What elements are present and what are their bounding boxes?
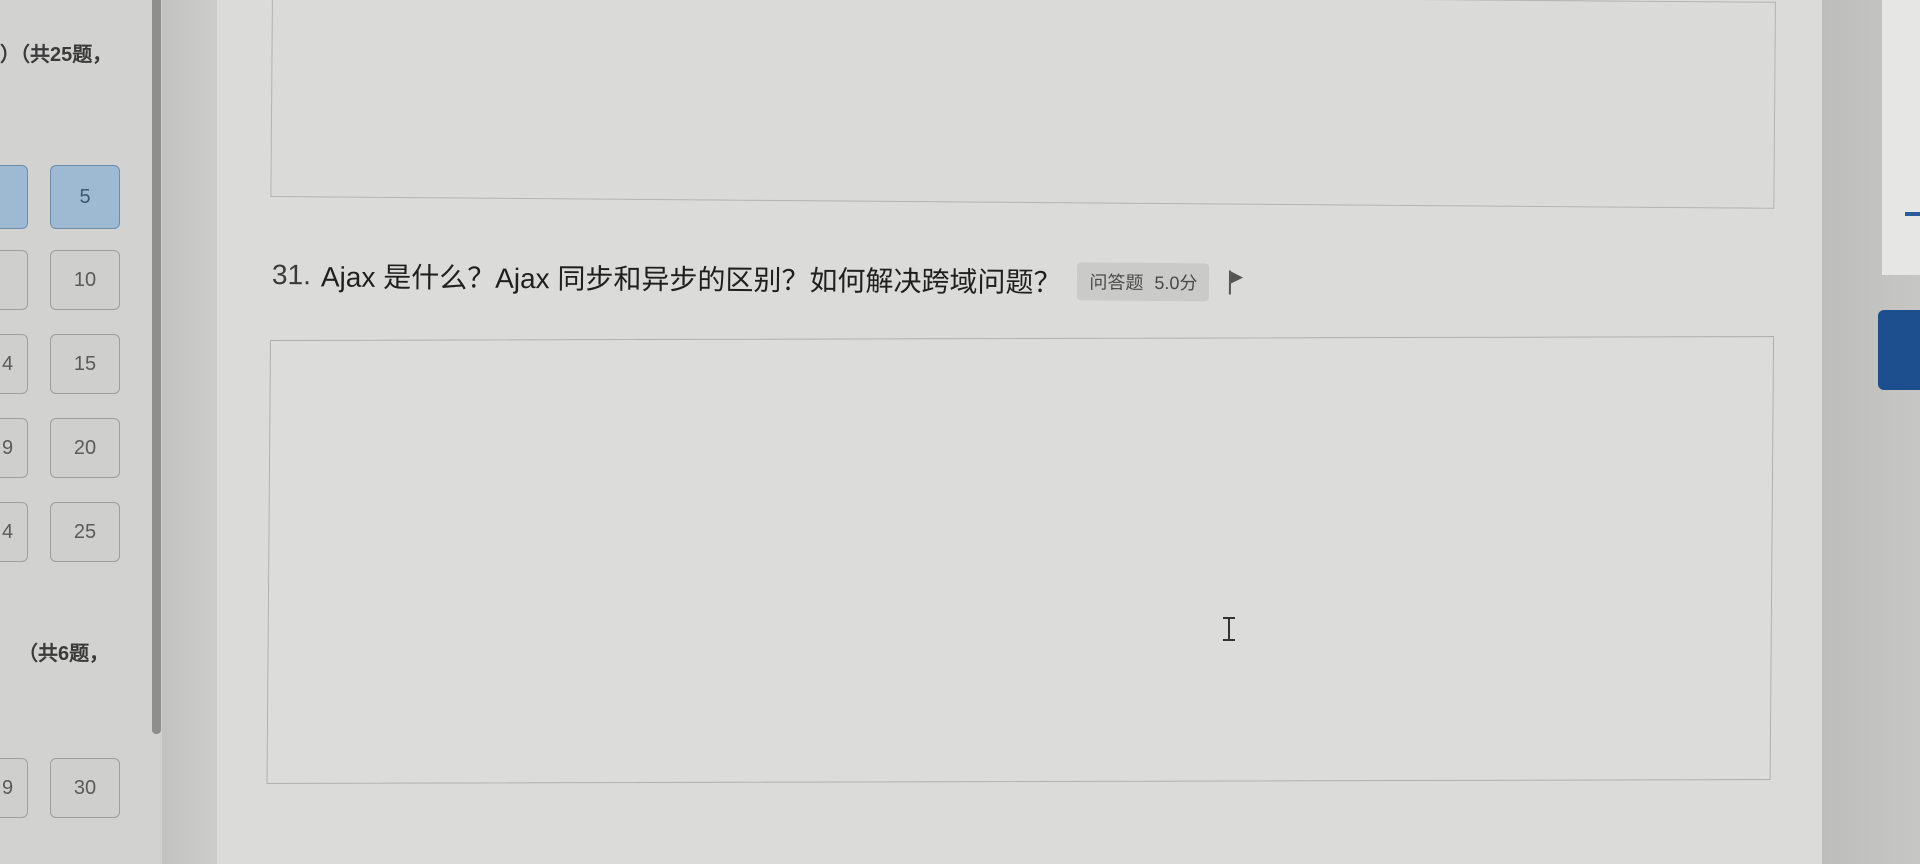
question-score: 5.0分 <box>1154 272 1198 294</box>
section-heading-choice: ）（共25题， <box>0 44 113 66</box>
question-type: 问答题 <box>1089 272 1144 293</box>
question-tile-25[interactable]: 25 <box>50 502 120 562</box>
question-tile-10[interactable]: 10 <box>50 250 120 310</box>
previous-answer-textarea[interactable] <box>270 0 1776 209</box>
question-header: 31. Ajax 是什么？Ajax 同步和异步的区别？如何解决跨域问题？ 问答题… <box>272 255 1248 303</box>
question-content: 31. Ajax 是什么？Ajax 同步和异步的区别？如何解决跨域问题？ 问答题… <box>217 0 1822 864</box>
flag-icon[interactable] <box>1227 271 1247 295</box>
section-heading-essay: （共6题， <box>18 643 110 665</box>
question-tile-15[interactable]: 15 <box>50 334 120 394</box>
answer-textarea[interactable] <box>266 336 1775 784</box>
question-tile-partial[interactable] <box>0 250 28 310</box>
question-tile-partial[interactable] <box>0 165 28 229</box>
divider <box>162 0 217 864</box>
right-side-panel <box>1882 0 1920 275</box>
question-text: Ajax 是什么？Ajax 同步和异步的区别？如何解决跨域问题？ <box>320 261 1062 299</box>
sidebar-scrollbar[interactable] <box>152 0 161 734</box>
question-tile-5[interactable]: 5 <box>50 165 120 229</box>
question-tile-partial[interactable]: 4 <box>0 502 28 562</box>
question-meta-badge: 问答题 5.0分 <box>1077 262 1210 302</box>
question-tile-20[interactable]: 20 <box>50 418 120 478</box>
question-tile-partial[interactable]: 4 <box>0 334 28 394</box>
question-number: 31. <box>271 259 312 291</box>
question-tile-partial[interactable]: 9 <box>0 758 28 818</box>
question-tile-30[interactable]: 30 <box>50 758 120 818</box>
question-tile-partial[interactable]: 9 <box>0 418 28 478</box>
exam-page: ）（共25题， 4 9 4 9 5 10 15 20 25 （共6题， 30 3… <box>0 0 1920 864</box>
question-navigator: ）（共25题， 4 9 4 9 5 10 15 20 25 （共6题， 30 <box>0 0 160 864</box>
text-cursor-icon <box>1223 617 1235 641</box>
side-action-button[interactable] <box>1878 310 1920 390</box>
right-indicator <box>1905 212 1920 216</box>
